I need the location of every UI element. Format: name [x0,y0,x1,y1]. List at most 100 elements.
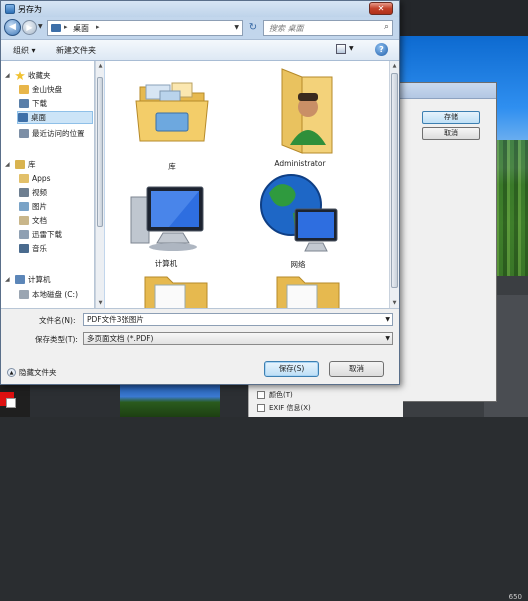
expand-arrow-icon[interactable]: ◢ [5,72,12,79]
export-dialog: 存储 取消 [385,82,497,402]
scroll-down-icon[interactable]: ▼ [390,298,399,308]
address-bar[interactable]: ▸ 桌面 ▸ ▼ [47,20,243,36]
export-cancel-button[interactable]: 取消 [422,127,480,140]
nav-label: 最近访问的位置 [32,129,85,138]
desktop-folder-icon [51,24,61,32]
music-library-icon [19,244,29,253]
breadcrumb-desktop[interactable]: 桌面 [73,23,89,34]
item-computer[interactable]: 计算机 [111,181,221,276]
item-label: 计算机 [154,259,178,268]
checkbox[interactable] [257,404,265,412]
expand-arrow-icon[interactable]: ◢ [5,276,12,283]
recent-locations-dropdown-icon[interactable]: ▼ [38,23,43,30]
scroll-down-icon[interactable]: ▼ [96,298,105,308]
cancel-button[interactable]: 取消 [329,361,384,377]
command-toolbar: 组织 ▾ 新建文件夹 ▼ ? [1,39,399,61]
computer-icon [15,275,25,284]
organize-menu-button[interactable]: 组织 ▾ [13,45,36,56]
nav-favorites[interactable]: ◢ 收藏夹 [5,69,51,82]
item-folder[interactable] [253,273,363,308]
nav-label: 图片 [32,202,47,211]
expand-arrow-icon[interactable]: ◢ [5,161,12,168]
kuaipan-icon [19,85,29,94]
back-arrow-icon[interactable]: ◀ [4,19,21,36]
item-network[interactable]: 网络 [243,169,353,274]
nav-item-apps[interactable]: Apps [19,172,51,185]
titlebar[interactable]: 另存为 ✕ [1,1,399,17]
filename-field[interactable]: PDF文件3张图片 ▼ [83,313,393,326]
nav-label: 音乐 [32,244,47,253]
nav-label: 金山快盘 [32,85,62,94]
checkbox[interactable] [257,391,265,399]
export-checkbox-row[interactable]: 颜色(T) [257,389,397,401]
item-label: Administrator [274,159,326,168]
nav-scrollbar[interactable]: ▲ ▼ [95,61,104,308]
downloads-icon [19,99,29,108]
folder-icon [144,276,208,308]
computer-icon [130,186,204,251]
export-checkbox-row[interactable]: EXIF 信息(X) [257,402,397,414]
change-view-icon[interactable] [336,44,346,54]
item-folder[interactable] [121,273,231,308]
background-topbar [400,0,528,36]
export-save-button[interactable]: 存储 [422,111,480,124]
nav-item-local-disk[interactable]: 本地磁盘 (C:) [19,288,78,301]
refresh-icon[interactable]: ↻ [245,20,261,36]
scrollbar-thumb[interactable] [391,73,398,288]
address-row: ◀ ▶ ▼ ▸ 桌面 ▸ ▼ ↻ 搜索 桌面 ⌕ [1,17,399,39]
help-icon[interactable]: ? [375,43,388,56]
nav-item-music[interactable]: 音乐 [19,242,47,255]
new-folder-button[interactable]: 新建文件夹 [56,45,96,56]
nav-label: 库 [28,160,36,169]
nav-item-desktop[interactable]: 桌面 [17,111,93,124]
search-icon[interactable]: ⌕ [384,22,389,32]
nav-label: 迅雷下载 [32,230,62,239]
chevron-down-icon[interactable]: ▼ [385,333,390,344]
nav-item-kuaipan[interactable]: 金山快盘 [19,83,62,96]
savetype-select[interactable]: 多页面文档 (*.PDF) ▼ [83,332,393,345]
savetype-value: 多页面文档 (*.PDF) [87,334,154,343]
view-dropdown-icon[interactable]: ▼ [349,45,354,52]
folder-icon [19,174,29,183]
library-folder-icon [135,82,209,142]
breadcrumb-separator[interactable]: ▸ [64,23,68,31]
library-icon [15,160,25,169]
network-globe-icon [260,174,338,252]
checkbox-label: 颜色(T) [269,391,293,399]
forward-arrow-icon[interactable]: ▶ [22,20,37,35]
nav-computer[interactable]: ◢ 计算机 [5,273,51,286]
folder-icon [276,276,340,308]
nav-item-videos[interactable]: 视频 [19,186,47,199]
nav-item-downloads[interactable]: 下载 [19,97,47,110]
breadcrumb-separator[interactable]: ▸ [96,23,100,31]
nav-label: Apps [32,174,51,183]
video-library-icon [19,188,29,197]
item-administrator[interactable]: Administrator [245,65,355,179]
item-label: 库 [168,162,176,171]
app-icon [5,4,15,14]
close-button[interactable]: ✕ [369,2,393,15]
save-options-area: 文件名(N): PDF文件3张图片 ▼ 保存类型(T): 多页面文档 (*.PD… [1,308,399,384]
user-folder-icon [281,68,333,154]
background-photo-thumb [120,380,220,417]
background-value: 650 [508,593,522,601]
nav-item-xunlei[interactable]: 迅雷下载 [19,228,62,241]
address-dropdown-icon[interactable]: ▼ [234,24,239,31]
search-input[interactable]: 搜索 桌面 ⌕ [263,20,393,36]
background-color-swatch[interactable] [6,398,16,408]
search-placeholder: 搜索 桌面 [269,24,304,33]
nav-item-documents[interactable]: 文档 [19,214,47,227]
nav-item-recent[interactable]: 最近访问的位置 [19,127,85,140]
scroll-up-icon[interactable]: ▲ [390,61,399,71]
content-scrollbar[interactable]: ▲ ▼ [389,61,399,308]
collapse-icon[interactable]: ▲ [7,368,16,377]
scroll-up-icon[interactable]: ▲ [96,61,105,71]
scrollbar-thumb[interactable] [97,77,103,227]
chevron-down-icon[interactable]: ▼ [385,314,390,325]
documents-library-icon [19,216,29,225]
save-button[interactable]: 保存(S) [264,361,319,377]
hide-folders-toggle[interactable]: ▲ 隐藏文件夹 [7,367,57,378]
nav-libraries[interactable]: ◢ 库 [5,158,36,171]
nav-item-pictures[interactable]: 图片 [19,200,47,213]
item-library[interactable]: 库 [117,69,227,179]
